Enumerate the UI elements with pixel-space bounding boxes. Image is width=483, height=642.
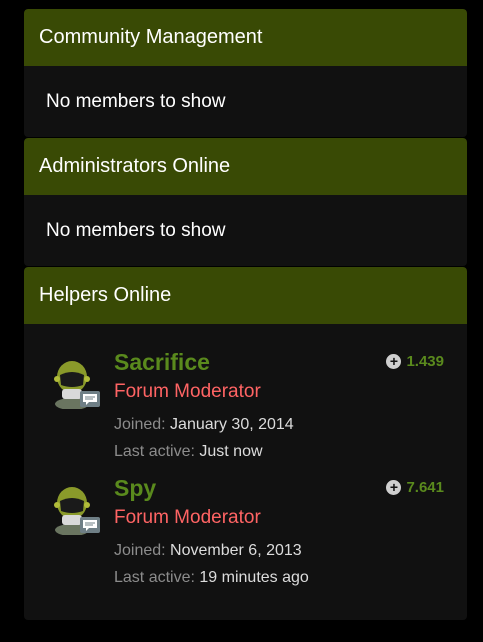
empty-message: No members to show xyxy=(46,91,226,112)
last-active-info: Last active: 19 minutes ago xyxy=(114,569,309,587)
plus-circle-icon: + xyxy=(386,480,402,495)
soldier-helmet-avatar-icon xyxy=(54,361,100,410)
avatar[interactable] xyxy=(52,359,102,410)
reputation-value: 7.641 xyxy=(406,479,444,496)
empty-message: No members to show xyxy=(46,220,226,241)
member-name-link[interactable]: Sacrifice xyxy=(114,349,210,376)
last-active-label: Last active: xyxy=(114,443,195,460)
avatar[interactable] xyxy=(52,485,102,536)
panel-title: Community Management xyxy=(24,9,467,66)
joined-label: Joined: xyxy=(114,542,166,559)
panel-title: Administrators Online xyxy=(24,138,467,195)
last-active-label: Last active: xyxy=(114,569,195,586)
reputation-value: 1.439 xyxy=(406,353,444,370)
panel-title: Helpers Online xyxy=(24,267,467,324)
helpers-online-panel: Helpers Online Sacrifice Forum Moderator… xyxy=(24,267,467,620)
member-list-item: Spy Forum Moderator Joined: November 6, … xyxy=(24,475,467,587)
member-rank: Forum Moderator xyxy=(114,381,261,402)
member-name-link[interactable]: Spy xyxy=(114,475,156,502)
reputation: + 1.439 xyxy=(386,353,444,370)
administrators-online-panel: Administrators Online No members to show xyxy=(24,138,467,266)
reputation: + 7.641 xyxy=(386,479,444,496)
last-active-info: Last active: Just now xyxy=(114,443,263,461)
last-active-value: Just now xyxy=(199,443,263,460)
last-active-value: 19 minutes ago xyxy=(199,569,309,586)
plus-circle-icon: + xyxy=(386,354,402,369)
joined-info: Joined: January 30, 2014 xyxy=(114,416,294,434)
soldier-helmet-avatar-icon xyxy=(54,487,100,536)
member-list-item: Sacrifice Forum Moderator Joined: Januar… xyxy=(24,349,467,461)
joined-info: Joined: November 6, 2013 xyxy=(114,542,302,560)
joined-value: November 6, 2013 xyxy=(170,542,302,559)
member-rank: Forum Moderator xyxy=(114,507,261,528)
community-management-panel: Community Management No members to show xyxy=(24,9,467,137)
joined-label: Joined: xyxy=(114,416,166,433)
joined-value: January 30, 2014 xyxy=(170,416,294,433)
